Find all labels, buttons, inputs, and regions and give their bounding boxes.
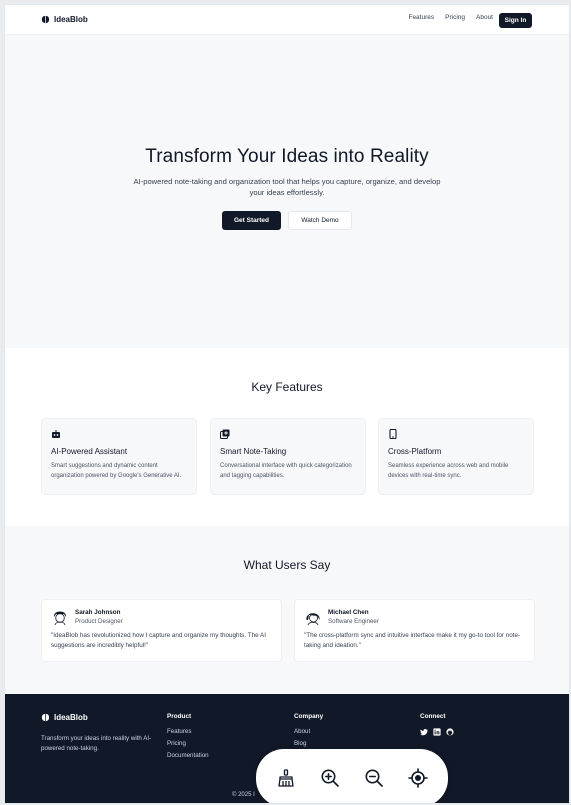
feature-title: Cross-Platform bbox=[388, 447, 442, 456]
nav-about[interactable]: About bbox=[476, 14, 493, 21]
testimonial-name: Michael Chen bbox=[328, 609, 369, 616]
feature-card-cross-platform: Cross-Platform Seamless experience acros… bbox=[378, 418, 534, 495]
brain-icon bbox=[41, 15, 50, 24]
testimonials-title: What Users Say bbox=[243, 558, 331, 572]
linkedin-icon[interactable] bbox=[433, 728, 441, 736]
footer-product-column: Product Features Pricing Documentation bbox=[167, 713, 209, 764]
top-navbar: IdeaBlob Features Pricing About Sign In bbox=[5, 5, 569, 35]
zoom-in-icon bbox=[321, 769, 339, 787]
mobile-icon bbox=[389, 428, 397, 440]
hero-section: Transform Your Ideas into Reality AI-pow… bbox=[5, 35, 569, 348]
testimonial-person: Michael Chen Software Engineer bbox=[304, 608, 525, 626]
feature-desc: Smart suggestions and dynamic content or… bbox=[51, 463, 182, 479]
broom-tool-button[interactable] bbox=[273, 765, 299, 791]
testimonial-person: Sarah Johnson Product Designer bbox=[51, 608, 272, 626]
recenter-button[interactable] bbox=[405, 765, 431, 791]
feature-desc: Seamless experience across web and mobil… bbox=[388, 463, 509, 479]
feature-card-notes: Smart Note-Taking Conversational interfa… bbox=[210, 418, 366, 495]
floating-toolbar bbox=[256, 749, 448, 803]
get-started-button[interactable]: Get Started bbox=[222, 211, 281, 230]
features-title: Key Features bbox=[251, 380, 323, 394]
zoom-in-button[interactable] bbox=[317, 765, 343, 791]
footer-link-pricing[interactable]: Pricing bbox=[167, 740, 209, 747]
robot-icon bbox=[52, 430, 60, 438]
avatar bbox=[51, 608, 69, 626]
nav-pricing[interactable]: Pricing bbox=[445, 14, 465, 21]
watch-demo-button[interactable]: Watch Demo bbox=[288, 211, 352, 230]
sign-in-button[interactable]: Sign In bbox=[499, 13, 532, 28]
testimonial-role: Product Designer bbox=[75, 618, 123, 625]
testimonial-role: Software Engineer bbox=[328, 618, 379, 625]
feature-desc: Conversational interface with quick cate… bbox=[220, 463, 352, 479]
testimonial-quote: "IdeaBlob has revolutionized how I captu… bbox=[51, 632, 266, 649]
footer-heading: Connect bbox=[420, 713, 446, 720]
footer-heading: Company bbox=[294, 713, 324, 720]
footer-link-about[interactable]: About bbox=[294, 728, 323, 735]
github-icon[interactable] bbox=[446, 728, 454, 736]
hero-subtitle: AI-powered note-taking and organization … bbox=[133, 177, 441, 197]
main-nav: Features Pricing About bbox=[408, 14, 493, 21]
target-icon bbox=[408, 768, 428, 788]
testimonial-card: Sarah Johnson Product Designer "IdeaBlob… bbox=[41, 599, 282, 662]
broom-icon bbox=[278, 769, 294, 787]
logo[interactable]: IdeaBlob bbox=[41, 15, 88, 24]
footer-link-documentation[interactable]: Documentation bbox=[167, 752, 209, 759]
zoom-out-button[interactable] bbox=[361, 765, 387, 791]
footer-logo[interactable]: IdeaBlob bbox=[41, 713, 88, 722]
testimonials-section: What Users Say Sarah Johnson Product Des… bbox=[5, 526, 569, 694]
zoom-out-icon bbox=[365, 769, 383, 787]
footer-link-features[interactable]: Features bbox=[167, 728, 209, 735]
footer-tagline: Transform your ideas into reality with A… bbox=[41, 735, 152, 752]
hero-title: Transform Your Ideas into Reality bbox=[145, 146, 429, 167]
footer-company-column: Company About Blog bbox=[294, 713, 323, 752]
brain-icon bbox=[41, 713, 50, 722]
feature-card-ai: AI-Powered Assistant Smart suggestions a… bbox=[41, 418, 197, 495]
footer-heading: Product bbox=[167, 713, 192, 720]
testimonial-card: Michael Chen Software Engineer "The cros… bbox=[294, 599, 535, 662]
features-section: Key Features AI-Powered Assistant Smart … bbox=[5, 348, 569, 526]
copyright: © 2025 I bbox=[232, 792, 255, 798]
avatar bbox=[304, 608, 322, 626]
testimonial-quote: "The cross-platform sync and intuitive i… bbox=[304, 632, 521, 649]
social-links bbox=[420, 728, 454, 736]
notes-plus-icon bbox=[220, 429, 230, 439]
page-frame: IdeaBlob Features Pricing About Sign In … bbox=[4, 4, 570, 804]
nav-features[interactable]: Features bbox=[408, 14, 434, 21]
footer-logo-text: IdeaBlob bbox=[54, 713, 88, 722]
footer-link-blog[interactable]: Blog bbox=[294, 740, 323, 747]
footer-connect-column: Connect bbox=[420, 713, 454, 741]
feature-title: AI-Powered Assistant bbox=[51, 447, 128, 456]
feature-title: Smart Note-Taking bbox=[220, 447, 287, 456]
testimonial-name: Sarah Johnson bbox=[75, 609, 121, 616]
twitter-icon[interactable] bbox=[420, 728, 428, 736]
logo-text: IdeaBlob bbox=[54, 15, 88, 24]
